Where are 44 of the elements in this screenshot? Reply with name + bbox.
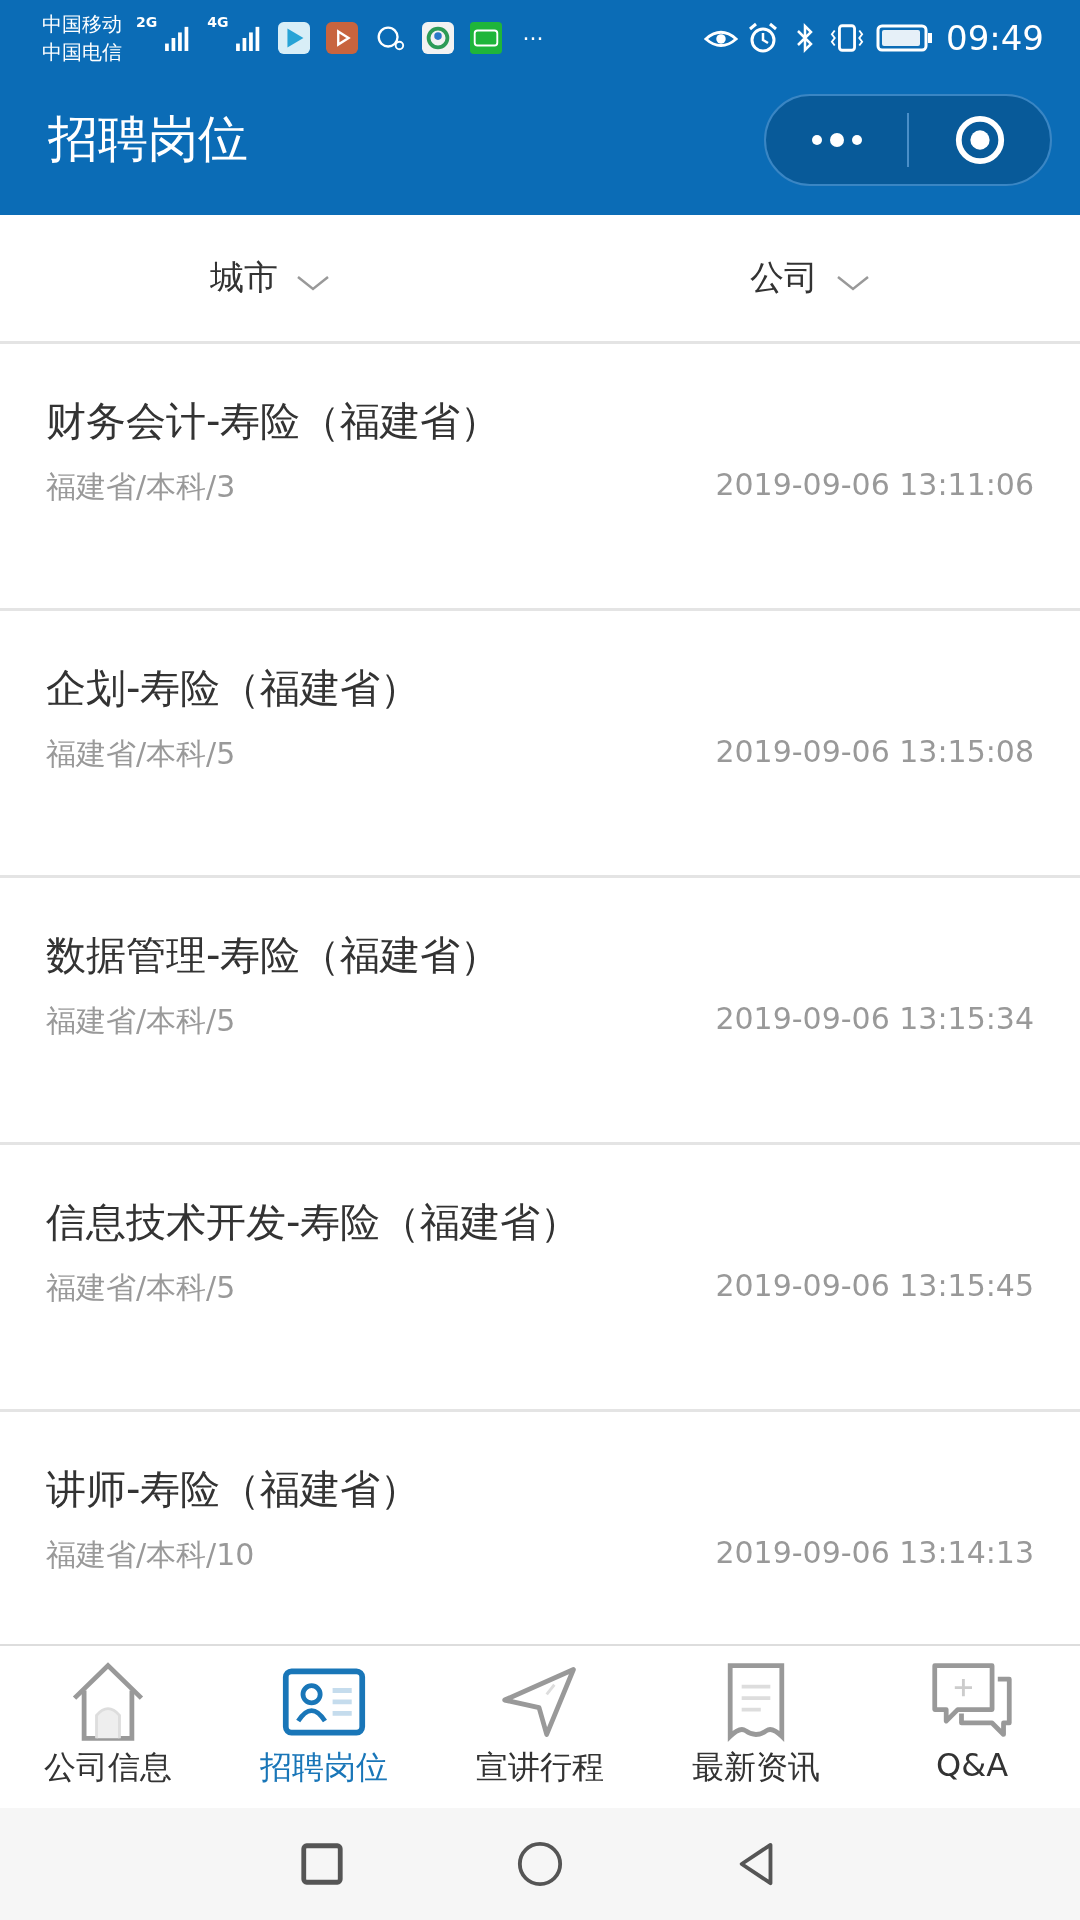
- post-time: 2019-09-06 13:14:13: [715, 1535, 1034, 1572]
- job-title: 财务会计-寿险（福建省）: [46, 397, 502, 446]
- job-card[interactable]: 数据管理-寿险（福建省） 福建省/本科/5 2019-09-06 13:15:34: [0, 878, 1080, 1145]
- video-app-icon: [470, 22, 503, 54]
- more-notifications: ···: [522, 25, 544, 51]
- play-app-icon: [278, 22, 311, 54]
- job-title: 数据管理-寿险（福建省）: [46, 931, 502, 980]
- job-card[interactable]: 企划-寿险（福建省） 福建省/本科/5 2019-09-06 13:15:08: [0, 611, 1080, 878]
- tab-item[interactable]: 公司信息: [0, 1646, 216, 1808]
- tab-item[interactable]: 招聘岗位: [216, 1646, 432, 1808]
- tab-item[interactable]: 最新资讯: [648, 1646, 864, 1808]
- page-title: 招聘岗位: [48, 109, 249, 170]
- job-title: 信息技术开发-寿险（福建省）: [46, 1198, 582, 1247]
- job-details: 福建省/本科/3: [46, 468, 236, 506]
- post-time: 2019-09-06 13:15:34: [715, 1001, 1034, 1038]
- post-time: 2019-09-06 13:15:08: [715, 734, 1034, 771]
- clock-time: 09:49: [946, 18, 1044, 58]
- network-type: 2G: [136, 14, 158, 30]
- job-title: 企划-寿险（福建省）: [46, 664, 422, 713]
- alarm-icon: [746, 22, 780, 54]
- job-details: 福建省/本科/5: [46, 1269, 236, 1307]
- filter-dropdown[interactable]: 公司: [540, 233, 1080, 323]
- post-time: 2019-09-06 13:11:06: [715, 467, 1034, 504]
- job-details: 福建省/本科/5: [46, 1002, 236, 1040]
- network-type: 4G: [207, 14, 229, 30]
- home-button[interactable]: [516, 1840, 564, 1888]
- carrier-name: 中国电信: [42, 39, 122, 66]
- recent-apps-button[interactable]: [298, 1840, 346, 1888]
- job-details: 福建省/本科/10: [46, 1536, 255, 1574]
- post-time: 2019-09-06 13:15:45: [715, 1268, 1034, 1305]
- chevron-down-icon: [836, 274, 870, 292]
- chevron-down-icon: [296, 274, 330, 292]
- battery-icon: [876, 24, 934, 52]
- filter-dropdown[interactable]: 城市: [0, 233, 540, 323]
- job-card[interactable]: 信息技术开发-寿险（福建省） 福建省/本科/5 2019-09-06 13:15:45: [0, 1145, 1080, 1412]
- tab-item[interactable]: Q&A: [864, 1646, 1080, 1808]
- job-details: 福建省/本科/5: [46, 735, 236, 773]
- news-app-icon: [422, 22, 455, 54]
- play-app-icon: [326, 22, 359, 54]
- job-card[interactable]: 财务会计-寿险（福建省） 福建省/本科/3 2019-09-06 13:11:06: [0, 344, 1080, 611]
- carrier-name: 中国移动: [42, 11, 122, 38]
- tab-item[interactable]: 宣讲行程: [432, 1646, 648, 1808]
- job-title: 讲师-寿险（福建省）: [46, 1465, 422, 1514]
- vibrate-icon: [830, 22, 864, 54]
